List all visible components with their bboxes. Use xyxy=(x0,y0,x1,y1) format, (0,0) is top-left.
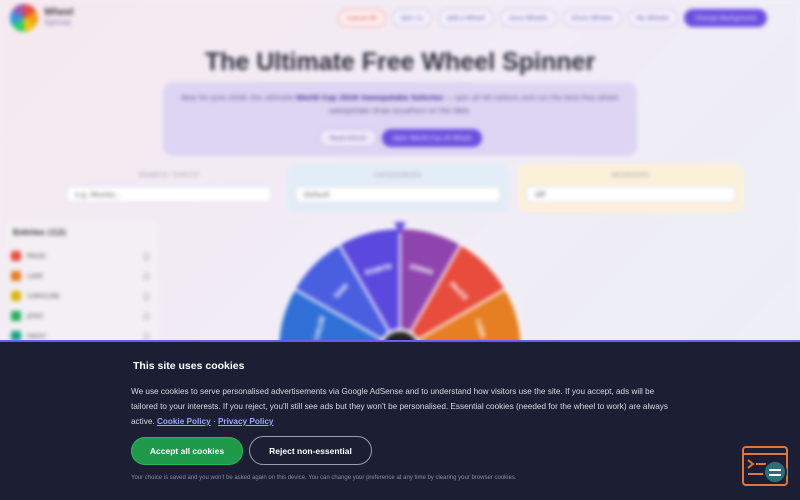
promo-card: New for June 2026: the ultimate World Cu… xyxy=(163,82,637,156)
entry-row[interactable]: LIAM xyxy=(11,268,153,284)
nav-button-1[interactable]: Spin 1x xyxy=(391,9,433,27)
nav-button-4[interactable]: Share Wheels xyxy=(562,9,622,27)
brand-subtitle: Spinner xyxy=(44,18,72,27)
promo-text: New for June 2026: the ultimate World Cu… xyxy=(177,92,623,118)
wonders-label: WONDERS xyxy=(611,172,651,179)
read-article-button[interactable]: Read Article xyxy=(319,129,377,147)
logo-wheel-icon[interactable] xyxy=(10,4,38,32)
nav-buttons: Cancel All Spin 1x Add a Wheel Save Wheels S… xyxy=(338,9,767,27)
nav-button-2[interactable]: Add a Wheel xyxy=(438,9,494,27)
nav-button-6[interactable]: Change Background xyxy=(684,9,767,27)
nav-button-5[interactable]: My Wheels xyxy=(627,9,679,27)
top-navbar: Wheel Spinner Cancel All Spin 1x Add a Whe… xyxy=(0,0,800,36)
search-input[interactable]: e.g. Movies... xyxy=(66,186,272,203)
wonders-select[interactable]: Off xyxy=(526,186,736,203)
entry-color-swatch[interactable] xyxy=(11,271,21,281)
entries-title: Entries (12) xyxy=(13,228,67,237)
search-topics-panel: SEARCH TOPICS e.g. Movies... xyxy=(58,164,280,212)
entry-row[interactable]: CAROLINE xyxy=(11,288,153,304)
cookie-consent-banner: This site uses cookies We use cookies to… xyxy=(0,340,800,500)
trash-icon[interactable] xyxy=(144,252,149,260)
trash-icon[interactable] xyxy=(144,272,149,280)
promo-bold[interactable]: World Cup 2026 Sweepstake Selector xyxy=(296,94,444,102)
entry-color-swatch[interactable] xyxy=(11,251,21,261)
entry-color-swatch[interactable] xyxy=(11,291,21,301)
help-widget-graphic xyxy=(742,446,788,486)
categories-value: Default xyxy=(304,190,330,199)
nav-button-0[interactable]: Cancel All xyxy=(338,9,386,27)
trash-icon[interactable] xyxy=(144,332,149,340)
search-topics-label: SEARCH TOPICS xyxy=(138,172,200,179)
entries-panel: Entries (12) PAIGE LIAM CAROLINE JOSH DAISY xyxy=(6,222,158,352)
reject-cookies-button[interactable]: Reject non-essential xyxy=(249,436,372,465)
trash-icon[interactable] xyxy=(144,292,149,300)
brand-logo-text[interactable]: Wheel Spinner xyxy=(44,8,73,28)
page-title: The Ultimate Free Wheel Spinner xyxy=(204,48,596,76)
trash-icon[interactable] xyxy=(144,312,149,320)
categories-panel: CATEGORIES Default xyxy=(287,164,509,212)
help-widget-icon[interactable] xyxy=(742,446,790,488)
entry-row[interactable]: JOSH xyxy=(11,308,153,324)
categories-label: CATEGORIES xyxy=(373,172,423,179)
entry-color-swatch[interactable] xyxy=(11,311,21,321)
entry-name: CAROLINE xyxy=(27,292,61,300)
nav-button-3[interactable]: Save Wheels xyxy=(499,9,557,27)
categories-select[interactable]: Default xyxy=(295,186,501,203)
wonders-panel: WONDERS Off xyxy=(518,164,744,212)
privacy-policy-link[interactable]: Privacy Policy xyxy=(218,417,274,426)
entry-row[interactable]: PAIGE xyxy=(11,248,153,264)
open-world-cup-button[interactable]: Open World Cup 26 Wheel xyxy=(382,129,482,147)
cookie-title: This site uses cookies xyxy=(133,360,245,372)
wonders-value: Off xyxy=(535,190,546,199)
cookie-policy-link[interactable]: Cookie Policy xyxy=(157,417,211,426)
search-placeholder: e.g. Movies... xyxy=(75,190,122,199)
accept-cookies-button[interactable]: Accept all cookies xyxy=(131,437,243,465)
promo-prefix: New for June 2026: the ultimate xyxy=(181,94,294,102)
entry-name: DAISY xyxy=(27,332,47,340)
cookie-body: We use cookies to serve personalised adv… xyxy=(131,384,671,429)
entry-name: PAIGE xyxy=(27,252,47,260)
policy-separator: · xyxy=(212,417,216,426)
cookie-body-text: We use cookies to serve personalised adv… xyxy=(131,387,668,426)
cookie-footnote: Your choice is saved and you won't be as… xyxy=(131,475,517,481)
brand-name: Wheel xyxy=(44,7,74,18)
entry-name: JOSH xyxy=(27,312,44,320)
entry-name: LIAM xyxy=(27,272,43,280)
